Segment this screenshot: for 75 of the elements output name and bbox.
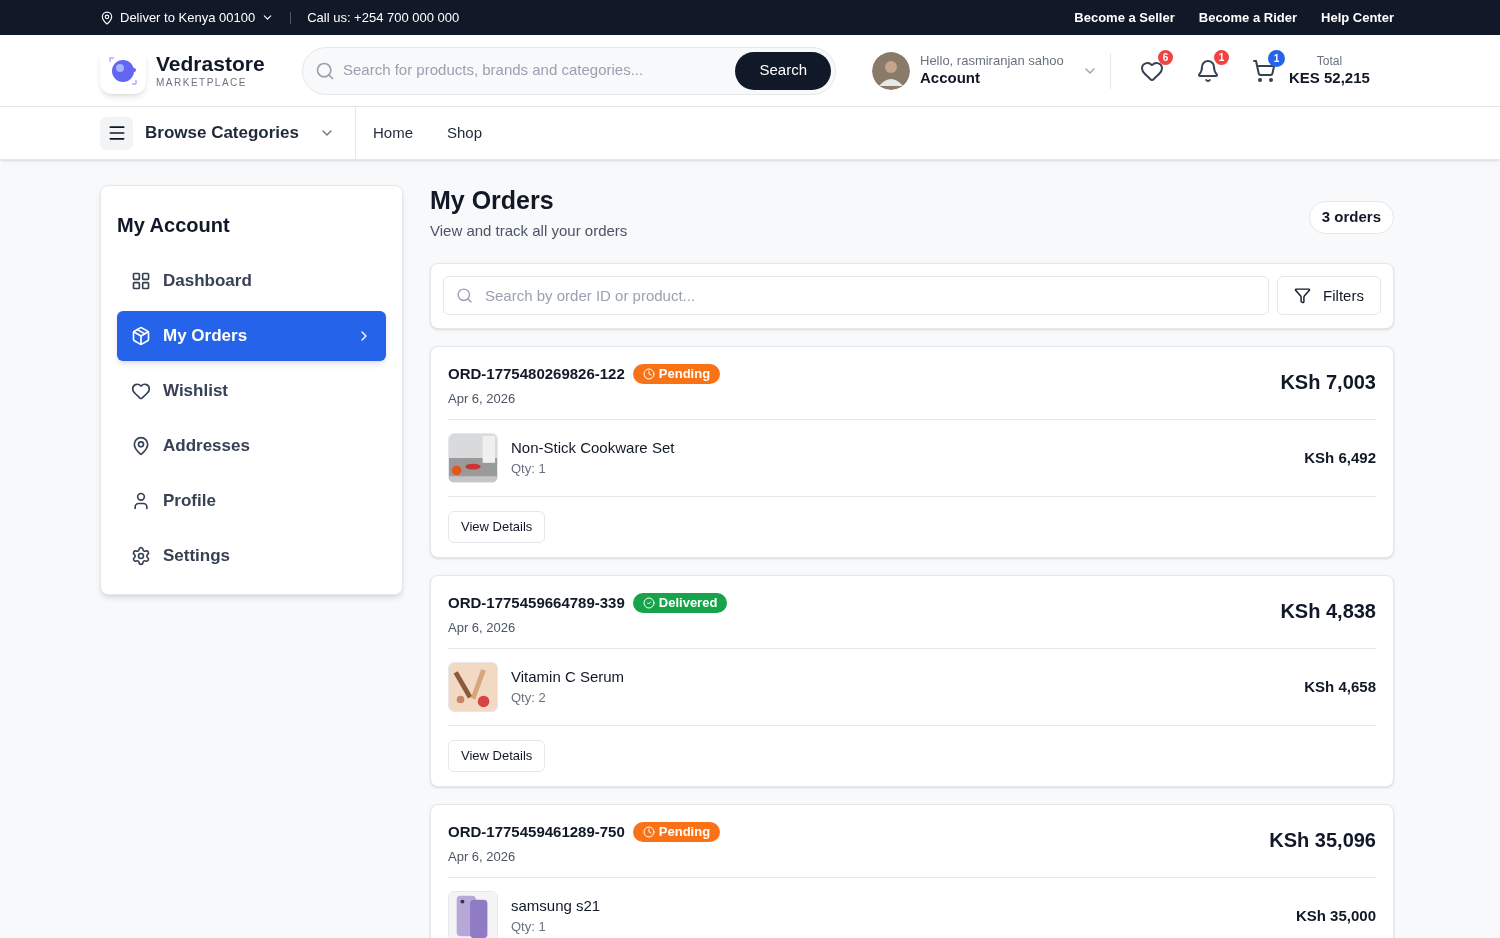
- wishlist-button[interactable]: 6: [1131, 49, 1173, 92]
- account-menu[interactable]: Hello, rasmiranjan sahoo Account: [872, 51, 1100, 90]
- product-name: Non-Stick Cookware Set: [511, 437, 676, 458]
- order-date: Apr 6, 2026: [448, 619, 517, 638]
- sidebar-title: My Account: [117, 213, 231, 238]
- notifications-button[interactable]: 1: [1187, 49, 1229, 92]
- product-price: KSh 4,658: [1304, 676, 1376, 697]
- phone-text: Call us: +254 700 000 000: [307, 8, 460, 27]
- filter-icon: [1294, 287, 1312, 305]
- status-badge: Pending: [632, 822, 721, 842]
- order-total: KSh 4,838: [1280, 598, 1376, 624]
- order-search-field[interactable]: Search by order ID or product...: [485, 284, 1256, 307]
- nav-link[interactable]: Shop: [447, 121, 483, 145]
- pin-icon: [131, 436, 151, 456]
- count-badge: 6: [1158, 49, 1173, 65]
- count-badge: 1: [1268, 49, 1285, 67]
- cart-button[interactable]: 1: [1243, 49, 1285, 92]
- logo-icon: [100, 47, 146, 94]
- product-qty: Qty: 2: [511, 689, 547, 708]
- bell-icon: [1196, 58, 1220, 83]
- search-icon: [456, 287, 473, 305]
- order-date: Apr 6, 2026: [448, 390, 517, 409]
- page-title: My Orders: [430, 185, 555, 216]
- view-details-button[interactable]: View Details: [448, 510, 546, 543]
- top-link[interactable]: Help Center: [1321, 7, 1394, 28]
- count-badge: 1: [1214, 49, 1229, 65]
- order-search-bar[interactable]: Search by order ID or product...: [443, 276, 1269, 316]
- avatar: [872, 51, 910, 90]
- search-field[interactable]: Search for products, brands and categories...: [343, 59, 728, 82]
- top-link[interactable]: Become a Seller: [1074, 7, 1175, 28]
- product-price: KSh 35,000: [1295, 905, 1376, 926]
- order-date: Apr 6, 2026: [448, 848, 517, 867]
- product-name: Vitamin C Serum: [511, 666, 626, 687]
- box-icon: [131, 326, 151, 346]
- nav-link[interactable]: Home: [373, 121, 413, 145]
- location-selector[interactable]: Deliver to Kenya 00100: [100, 7, 275, 28]
- product-qty: Qty: 1: [511, 460, 547, 479]
- product-price: KSh 6,492: [1304, 447, 1376, 468]
- order-total: KSh 35,096: [1269, 827, 1376, 853]
- person-icon: [131, 491, 151, 511]
- brand-tagline: MARKETPLACE: [156, 78, 248, 88]
- grid-icon: [131, 271, 151, 291]
- pin-icon: [100, 10, 114, 25]
- heart-icon: [131, 381, 151, 401]
- search-button[interactable]: Search: [735, 51, 831, 90]
- check-circle-icon: [642, 597, 655, 609]
- search-icon: [315, 60, 335, 81]
- sidebar-item[interactable]: Dashboard: [117, 256, 386, 306]
- filters-button[interactable]: Filters: [1277, 276, 1381, 316]
- clock-icon: [642, 368, 655, 380]
- order-count: 3 orders: [1308, 201, 1394, 234]
- top-link[interactable]: Become a Rider: [1198, 7, 1298, 28]
- search-bar[interactable]: Search for products, brands and categories... Search: [302, 46, 836, 95]
- status-badge: Pending: [632, 364, 721, 384]
- status-badge: Delivered: [632, 593, 728, 613]
- total-label: Total: [1316, 53, 1343, 69]
- order-id: ORD-1775459664789-339: [448, 592, 625, 613]
- cart-total: KES 52,215: [1289, 68, 1370, 88]
- order-total: KSh 7,003: [1280, 369, 1376, 395]
- clock-icon: [642, 826, 655, 838]
- sidebar-item[interactable]: Settings: [117, 531, 386, 581]
- sidebar-item[interactable]: My Orders: [117, 311, 386, 361]
- sidebar-item[interactable]: Wishlist: [117, 366, 386, 416]
- cart-icon: [1252, 58, 1276, 83]
- gear-icon: [131, 546, 151, 566]
- page-subtitle: View and track all your orders: [430, 221, 628, 242]
- view-details-button[interactable]: View Details: [448, 739, 546, 772]
- product-qty: Qty: 1: [511, 918, 547, 937]
- brand-name: Vedrastore: [156, 53, 265, 74]
- product-name: samsung s21: [511, 895, 602, 916]
- browse-categories-button[interactable]: Browse Categories: [100, 107, 356, 159]
- sidebar-item[interactable]: Profile: [117, 476, 386, 526]
- order-id: ORD-1775459461289-750: [448, 821, 625, 842]
- sidebar-item[interactable]: Addresses: [117, 421, 386, 471]
- order-id: ORD-1775480269826-122: [448, 363, 625, 384]
